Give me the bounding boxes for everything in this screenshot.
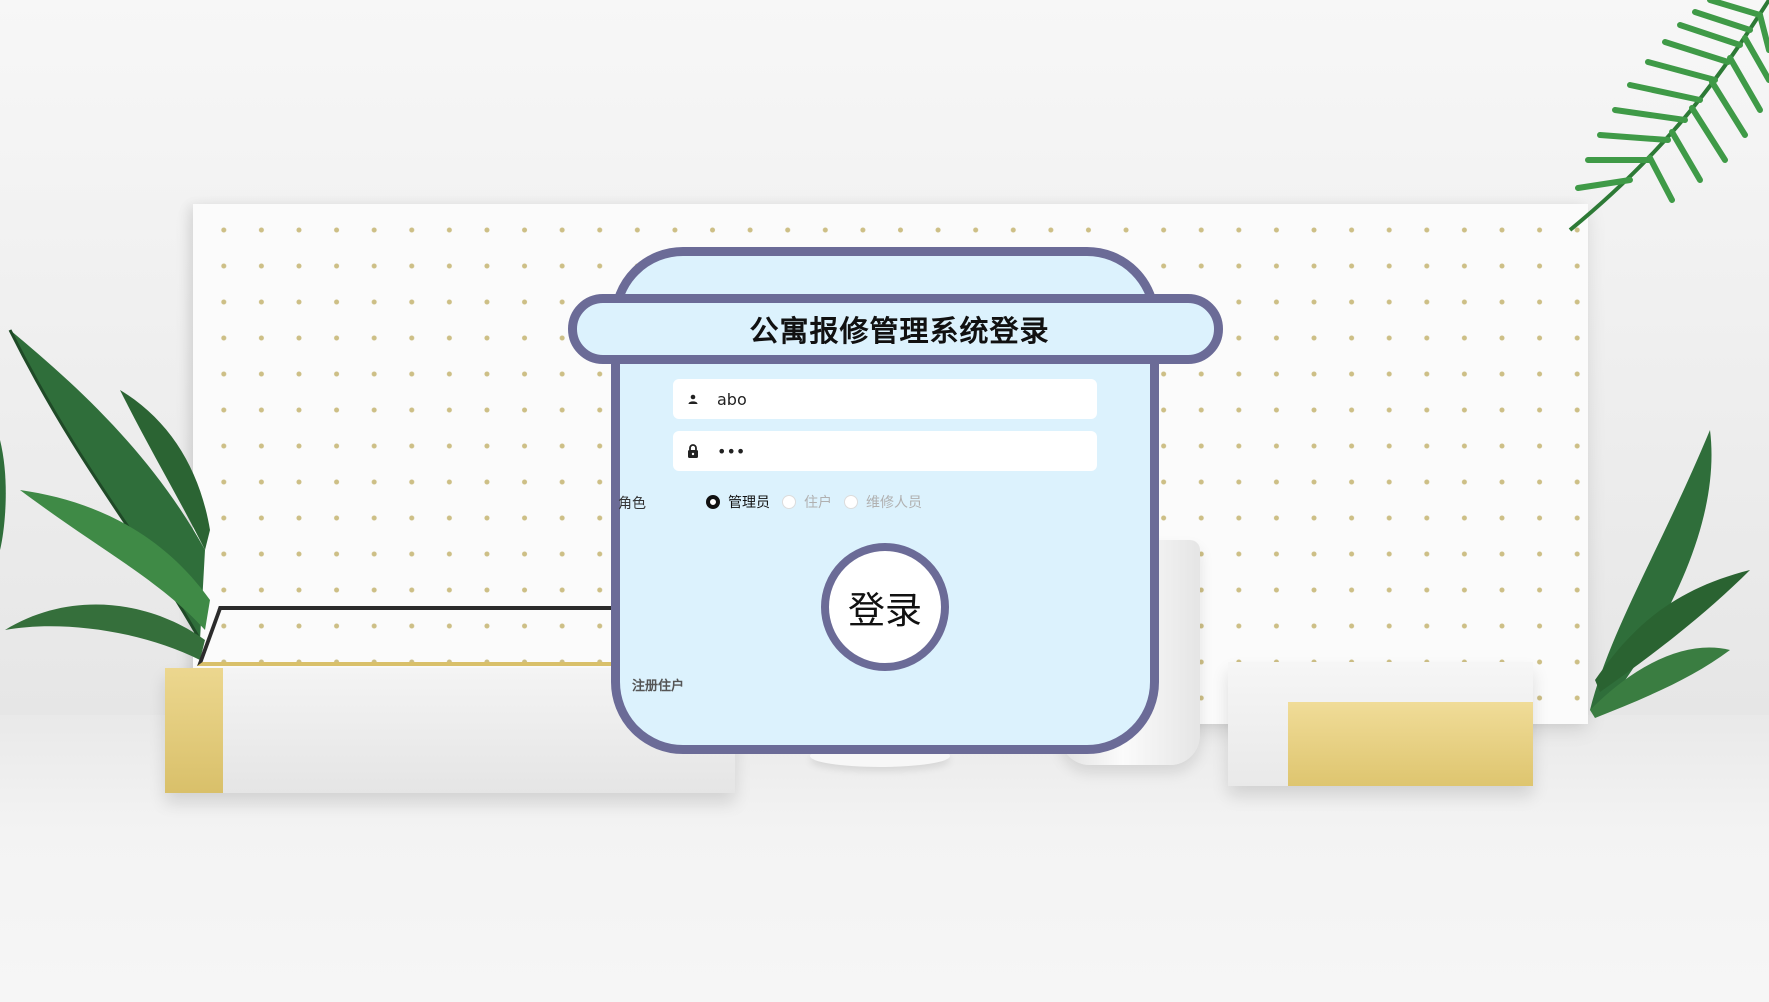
role-radio-resident[interactable]: 住户	[782, 492, 832, 512]
role-label: 角色	[618, 496, 646, 512]
left-metal-frame	[197, 606, 639, 666]
register-resident-link[interactable]: 注册住户	[632, 675, 684, 694]
palm-leaf-icon	[1568, 0, 1769, 232]
password-field[interactable]	[673, 431, 1097, 471]
login-button[interactable]: 登录	[821, 543, 949, 671]
lock-icon	[673, 444, 713, 458]
role-radio-group: 管理员 住户 维修人员	[706, 492, 934, 512]
radio-dot[interactable]	[706, 495, 720, 509]
plant-left-icon	[0, 329, 210, 660]
role-radio-admin[interactable]: 管理员	[706, 492, 770, 512]
role-radio-label: 住户	[804, 495, 832, 511]
role-radio-label: 维修人员	[866, 495, 922, 511]
radio-dot[interactable]	[844, 495, 858, 509]
user-icon	[673, 394, 713, 404]
username-field[interactable]	[673, 379, 1097, 419]
password-input[interactable]	[713, 432, 1073, 470]
login-title: 公寓报修管理系统登录	[749, 314, 1050, 348]
role-radio-repairer[interactable]: 维修人员	[844, 492, 922, 512]
username-input[interactable]	[713, 380, 1073, 418]
right-display-box	[1228, 662, 1533, 786]
radio-dot[interactable]	[782, 495, 796, 509]
plant-right-icon	[1590, 430, 1750, 718]
role-radio-label: 管理员	[728, 495, 770, 511]
login-title-bar: 公寓报修管理系统登录	[568, 294, 1223, 364]
